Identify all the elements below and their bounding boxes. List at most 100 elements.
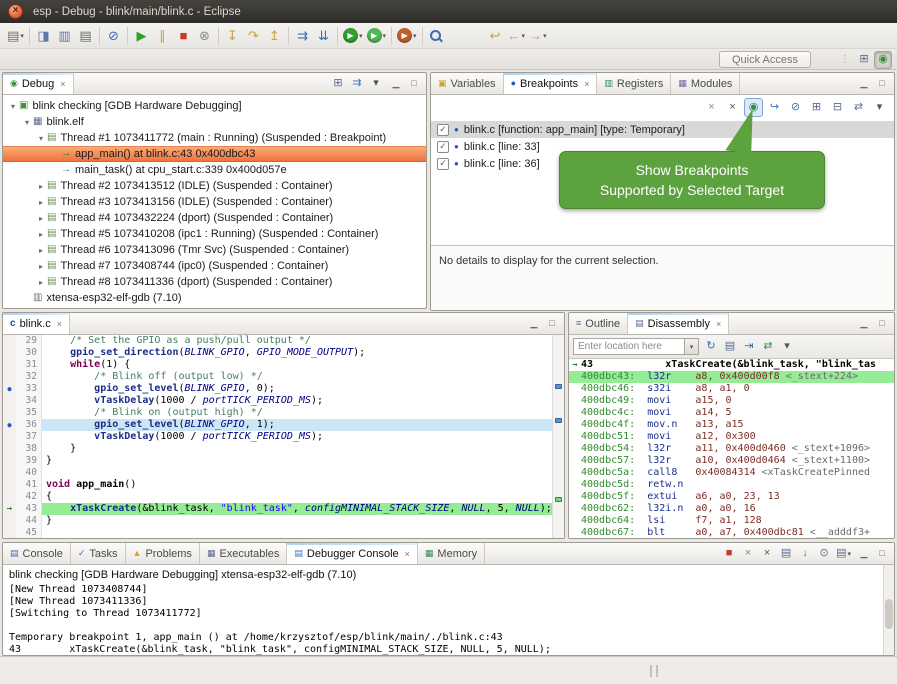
tree-item-launch-node[interactable]: ▾▣blink checking [GDB Hardware Debugging… [3,98,426,114]
console-tab-executables[interactable]: ▦Executables [200,543,287,564]
save-all-icon[interactable]: ▥ [54,25,75,46]
remove-launch-icon[interactable]: × [739,545,757,563]
editor-line[interactable]: →43 xTaskCreate(&blink_task, "blink_task… [3,503,564,515]
overview-ruler[interactable] [552,335,564,538]
search-icon[interactable] [426,25,447,46]
editor-line[interactable]: 44} [3,515,564,527]
disassembly-row[interactable]: 400dbc51: movi a12, 0x300 [569,431,894,443]
console-tab-problems[interactable]: ▲Problems [126,543,200,564]
resume-icon[interactable]: ▶ [131,25,152,46]
editor-line[interactable]: 42{ [3,491,564,503]
disassembly-row[interactable]: 400dbc5d: retw.n [569,479,894,491]
expander-icon[interactable]: ▾ [35,134,47,143]
editor-marker-bar[interactable] [3,359,16,371]
close-icon[interactable]: × [716,319,721,329]
maximize-view-button[interactable]: □ [875,547,889,561]
run-launch-icon[interactable]: ▶▾ [365,25,389,46]
console-scrollbar-thumb[interactable] [885,599,893,629]
breakpoint-checkbox[interactable]: ✓ [437,141,449,153]
maximize-view-button[interactable]: □ [875,77,889,91]
disassembly-refresh-icon[interactable]: ↻ [702,338,720,356]
editor-line[interactable]: 40 [3,467,564,479]
tree-item-frame-app-main[interactable]: →app_main() at blink.c:43 0x400dbc43 [3,146,426,162]
forward-icon[interactable]: →▾ [527,25,549,46]
external-tools-icon[interactable]: ▶▾ [395,25,419,46]
pin-console-icon[interactable]: ⊙ [815,545,833,563]
disassembly-row[interactable]: 400dbc4f: mov.n a13, a15 [569,419,894,431]
editor-marker-bar[interactable] [3,491,16,503]
close-icon[interactable]: × [60,79,65,89]
last-edit-location-icon[interactable]: ↩ [485,25,506,46]
close-icon[interactable]: × [584,79,589,89]
window-close-button[interactable]: × [8,4,23,19]
disassembly-row[interactable]: 400dbc43: l32r a8, 0x400d00f8 <_stext+22… [569,371,894,383]
editor-line[interactable]: ●33 gpio_set_level(BLINK_GPIO, 0); [3,383,564,395]
maximize-view-button[interactable]: □ [875,317,889,331]
drop-to-frame-icon[interactable]: ⇊ [313,25,334,46]
editor-marker-bar[interactable] [3,371,16,383]
disassembly-tab-outline[interactable]: ≡Outline [569,313,628,334]
maximize-view-button[interactable]: □ [407,77,421,91]
console-terminate-icon[interactable]: ■ [720,545,738,563]
ruler-breakpoint-mark[interactable] [555,384,562,389]
disassembly-row[interactable]: 400dbc64: lsi f7, a1, 128 [569,515,894,527]
go-to-file-for-breakpoint-icon[interactable]: ↪ [765,98,784,117]
console-tab-tasks[interactable]: ✓Tasks [71,543,126,564]
editor-line[interactable]: 29 /* Set the GPIO as a push/pull output… [3,335,564,347]
expander-icon[interactable]: ▾ [7,102,19,111]
location-dropdown-button[interactable]: ▾ [685,338,699,355]
tree-item-thread-7-node[interactable]: ▸▤Thread #7 1073408744 (ipc0) (Suspended… [3,258,426,274]
tree-item-thread-3-node[interactable]: ▸▤Thread #3 1073413156 (IDLE) (Suspended… [3,194,426,210]
collapse-all-icon[interactable]: ⊟ [828,98,847,117]
back-icon[interactable]: ←▾ [506,25,528,46]
breakpoint-checkbox[interactable]: ✓ [437,124,449,136]
breakpoint-item[interactable]: ✓●blink.c [function: app_main] [type: Te… [431,121,894,138]
code-area[interactable]: 29 /* Set the GPIO as a push/pull output… [3,335,564,538]
terminate-icon[interactable]: ■ [173,25,194,46]
new-wizard-icon[interactable]: ▤▾ [5,25,26,46]
disassembly-row[interactable]: 400dbc57: l32r a10, 0x400d0464 <_stext+1… [569,455,894,467]
editor-line[interactable]: 45 [3,527,564,538]
minimize-view-button[interactable]: ▁ [857,547,871,561]
skip-all-breakpoints-icon[interactable]: ⊘ [103,25,124,46]
tree-item-thread-2-node[interactable]: ▸▤Thread #2 1073413512 (IDLE) (Suspended… [3,178,426,194]
expand-all-icon[interactable]: ⊞ [807,98,826,117]
disassembly-row[interactable]: 400dbc67: blt a0, a7, 0x400dbc81 <__addd… [569,527,894,538]
editor-marker-bar[interactable] [3,467,16,479]
editor-marker-bar[interactable] [3,515,16,527]
editor-line[interactable]: 30 gpio_set_direction(BLINK_GPIO, GPIO_M… [3,347,564,359]
ruler-breakpoint-mark[interactable] [555,418,562,423]
ruler-current-line-mark[interactable] [555,497,562,502]
link-with-debug-view-icon[interactable]: ⇄ [849,98,868,117]
disassembly-row[interactable]: 400dbc4c: movi a14, 5 [569,407,894,419]
disassembly-row[interactable]: 400dbc5a: call8 0x40084314 <xTaskCreateP… [569,467,894,479]
breakpoints-view-menu-icon[interactable]: ▾ [870,98,889,117]
disassembly-menu-icon[interactable]: ▾ [778,338,796,356]
location-input[interactable]: Enter location here [573,338,685,355]
expander-icon[interactable]: ▸ [35,214,47,223]
minimize-view-button[interactable]: ▁ [527,317,541,331]
editor-marker-bar[interactable] [3,347,16,359]
tree-item-gdb-node[interactable]: ▥xtensa-esp32-elf-gdb (7.10) [3,290,426,306]
disassembly-row[interactable]: 400dbc49: movi a15, 0 [569,395,894,407]
disassembly-row[interactable]: 400dbc5f: extui a6, a0, 23, 13 [569,491,894,503]
expander-icon[interactable]: ▸ [35,246,47,255]
editor-line[interactable]: 34 vTaskDelay(1000 / portTICK_PERIOD_MS)… [3,395,564,407]
disassembly-row[interactable]: 400dbc46: s32i a8, a1, 0 [569,383,894,395]
breakpoints-tab-breakpoints[interactable]: ●Breakpoints× [504,73,598,94]
editor-line[interactable]: 39} [3,455,564,467]
expander-icon[interactable]: ▸ [35,198,47,207]
minimize-view-button[interactable]: ▁ [857,317,871,331]
maximize-view-button[interactable]: □ [545,317,559,331]
editor-marker-bar[interactable] [3,431,16,443]
console-tab-console[interactable]: ▤Console [3,543,71,564]
instruction-pointer-icon[interactable]: → [3,503,16,515]
editor-line[interactable]: 37 vTaskDelay(1000 / portTICK_PERIOD_MS)… [3,431,564,443]
step-over-icon[interactable]: ↷ [243,25,264,46]
tree-item-thread-5-node[interactable]: ▸▤Thread #5 1073410208 (ipc1 : Running) … [3,226,426,242]
editor-line[interactable]: ●36 gpio_set_level(BLINK_GPIO, 1); [3,419,564,431]
editor-line[interactable]: 31 while(1) { [3,359,564,371]
editor-line[interactable]: 41void app_main() [3,479,564,491]
sync-with-active-context-icon[interactable]: ⇄ [759,338,777,356]
instruction-stepping-icon[interactable]: ⇉ [292,25,313,46]
